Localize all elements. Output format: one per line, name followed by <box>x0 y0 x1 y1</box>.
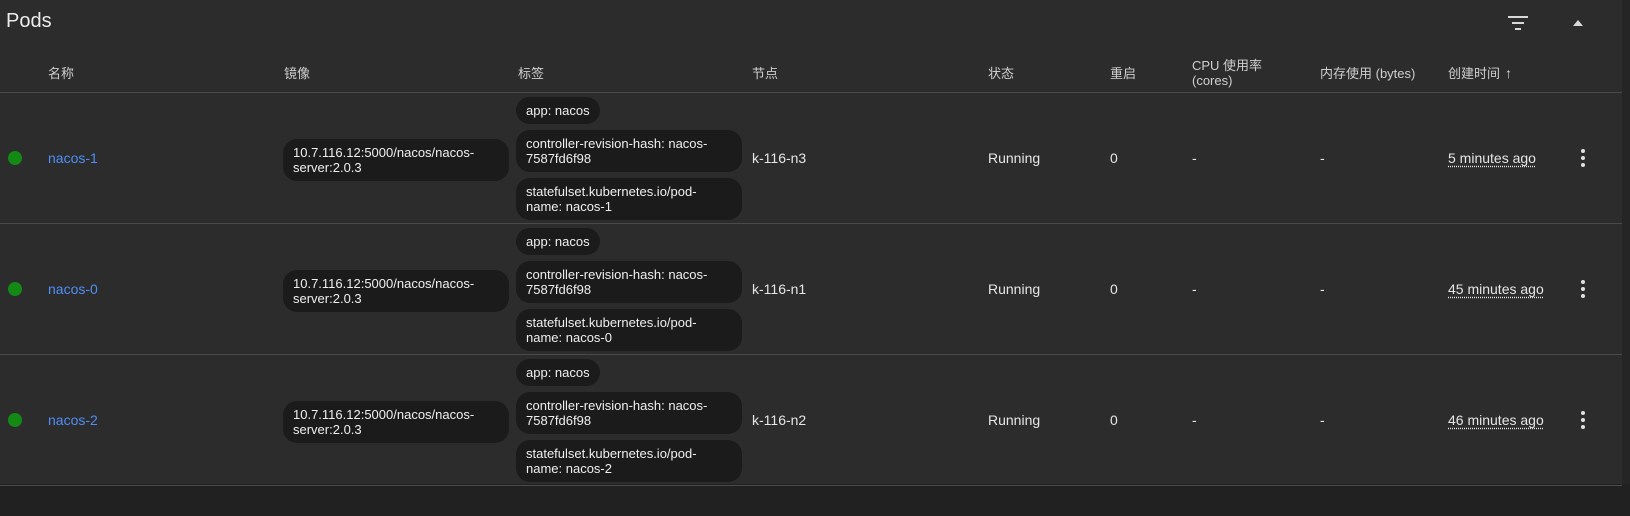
column-header-status[interactable]: 状态 <box>988 54 1014 92</box>
status-running-icon <box>8 282 22 296</box>
column-header-image[interactable]: 镜像 <box>284 54 310 92</box>
more-vert-icon[interactable] <box>1568 143 1598 173</box>
node-name: k-116-n1 <box>752 281 807 297</box>
more-vert-dots <box>1581 279 1585 300</box>
column-header-created-label: 创建时间 <box>1448 65 1501 81</box>
table-header: 名称 镜像 标签 节点 状态 重启 CPU 使用率 (cores) 内存使用 (… <box>0 54 1622 93</box>
label-chip: app: nacos <box>516 97 600 124</box>
column-header-restarts[interactable]: 重启 <box>1110 54 1136 92</box>
labels-cell: app: nacos controller-revision-hash: nac… <box>516 97 746 226</box>
more-vert-icon[interactable] <box>1568 274 1598 304</box>
label-chip: statefulset.kubernetes.io/pod-name: naco… <box>516 178 742 220</box>
image-chip: 10.7.116.12:5000/nacos/nacos-server:2.0.… <box>283 139 509 181</box>
labels-cell: app: nacos controller-revision-hash: nac… <box>516 359 746 488</box>
labels-cell: app: nacos controller-revision-hash: nac… <box>516 228 746 357</box>
label-chip: controller-revision-hash: nacos-7587fd6f… <box>516 130 742 172</box>
pod-name-link[interactable]: nacos-0 <box>48 281 98 297</box>
more-vert-dots <box>1581 148 1585 169</box>
column-header-name[interactable]: 名称 <box>48 54 74 92</box>
label-chip: app: nacos <box>516 228 600 255</box>
scrollbar-track[interactable] <box>1622 0 1630 484</box>
arrow-up-icon-glyph <box>1573 20 1583 26</box>
status-running-icon <box>8 151 22 165</box>
label-chip: controller-revision-hash: nacos-7587fd6f… <box>516 392 742 434</box>
label-chip: statefulset.kubernetes.io/pod-name: naco… <box>516 309 742 351</box>
pods-card: Pods 名称 镜像 标签 节点 状态 重启 CPU 使用率 (cores) 内… <box>0 0 1622 486</box>
status-running-icon <box>8 413 22 427</box>
created-age[interactable]: 46 minutes ago <box>1448 412 1544 428</box>
column-header-node[interactable]: 节点 <box>752 54 778 92</box>
restart-count: 0 <box>1110 281 1118 297</box>
node-name: k-116-n2 <box>752 412 807 428</box>
table-row: nacos-2 10.7.116.12:5000/nacos/nacos-ser… <box>0 355 1622 486</box>
label-chip: controller-revision-hash: nacos-7587fd6f… <box>516 261 742 303</box>
pod-name-link[interactable]: nacos-2 <box>48 412 98 428</box>
filter-list-icon[interactable] <box>1500 8 1536 38</box>
arrow-up-icon[interactable] <box>1560 8 1596 38</box>
cpu-usage: - <box>1192 412 1197 428</box>
pod-status: Running <box>988 150 1041 166</box>
label-chip: statefulset.kubernetes.io/pod-name: naco… <box>516 440 742 482</box>
cpu-usage: - <box>1192 150 1197 166</box>
table-row: nacos-0 10.7.116.12:5000/nacos/nacos-ser… <box>0 224 1622 355</box>
pod-status: Running <box>988 281 1041 297</box>
restart-count: 0 <box>1110 150 1118 166</box>
column-header-cpu[interactable]: CPU 使用率 (cores) <box>1192 54 1262 92</box>
memory-usage: - <box>1320 281 1325 297</box>
pod-name-link[interactable]: nacos-1 <box>48 150 98 166</box>
column-header-memory[interactable]: 内存使用 (bytes) <box>1320 54 1415 92</box>
memory-usage: - <box>1320 412 1325 428</box>
more-vert-icon[interactable] <box>1568 405 1598 435</box>
more-vert-dots <box>1581 410 1585 431</box>
table-row: nacos-1 10.7.116.12:5000/nacos/nacos-ser… <box>0 93 1622 224</box>
cpu-usage: - <box>1192 281 1197 297</box>
node-name: k-116-n3 <box>752 150 807 166</box>
label-chip: app: nacos <box>516 359 600 386</box>
column-header-labels[interactable]: 标签 <box>518 54 544 92</box>
filter-list-icon-glyph <box>1508 16 1528 30</box>
restart-count: 0 <box>1110 412 1118 428</box>
image-chip: 10.7.116.12:5000/nacos/nacos-server:2.0.… <box>283 401 509 443</box>
image-chip: 10.7.116.12:5000/nacos/nacos-server:2.0.… <box>283 270 509 312</box>
created-age[interactable]: 5 minutes ago <box>1448 150 1536 166</box>
arrow-upward-icon[interactable]: ↑ <box>1505 65 1512 81</box>
pod-status: Running <box>988 412 1041 428</box>
memory-usage: - <box>1320 150 1325 166</box>
created-age[interactable]: 45 minutes ago <box>1448 281 1544 297</box>
card-title: Pods <box>6 10 52 32</box>
column-header-created[interactable]: 创建时间 ↑ <box>1448 54 1512 92</box>
